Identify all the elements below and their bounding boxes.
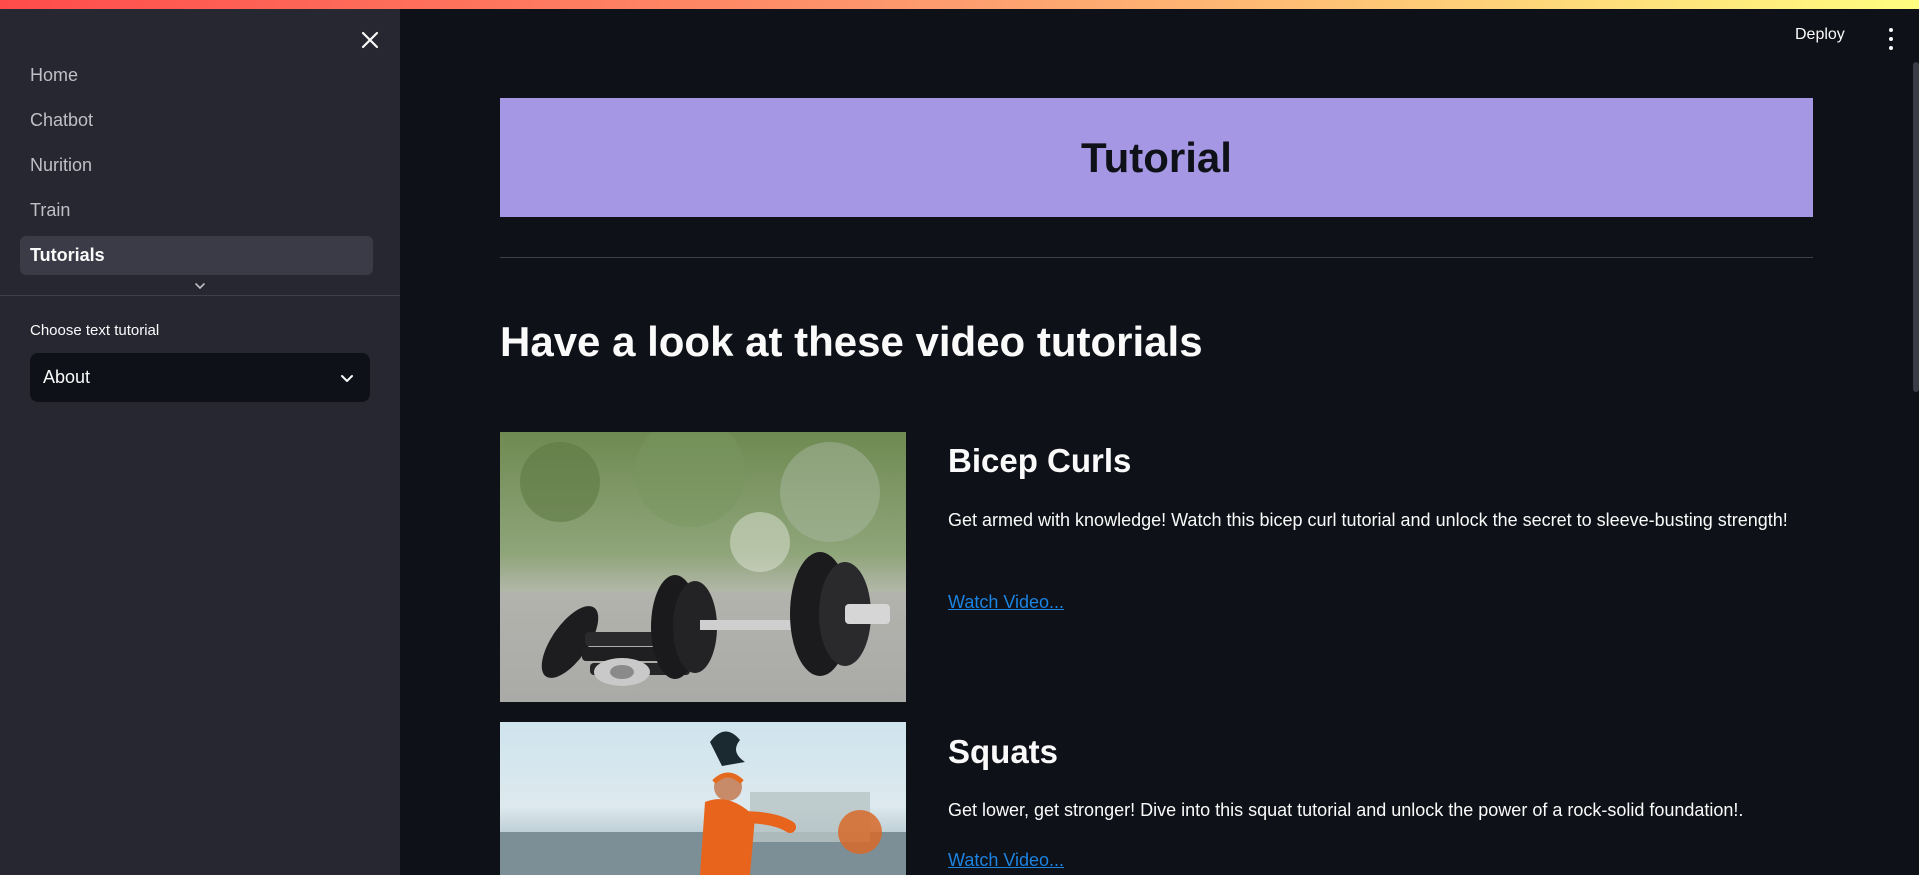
sidebar-item-tutorials[interactable]: Tutorials bbox=[20, 236, 373, 275]
sidebar-divider bbox=[0, 295, 400, 296]
kebab-menu-icon-dot bbox=[1889, 46, 1893, 50]
page-title: Tutorial bbox=[1081, 133, 1232, 181]
tutorial-title: Squats bbox=[948, 733, 1059, 770]
scrollbar[interactable] bbox=[1913, 62, 1919, 392]
tutorial-description: Get lower, get stronger! Dive into this … bbox=[948, 800, 1744, 820]
sidebar-item-train[interactable]: Train bbox=[20, 191, 373, 230]
content-divider bbox=[500, 257, 1813, 258]
select-value: About bbox=[43, 367, 91, 387]
expand-nav-button[interactable] bbox=[192, 279, 208, 293]
main-menu-button[interactable] bbox=[1886, 28, 1896, 50]
sidebar-item-chatbot[interactable]: Chatbot bbox=[20, 101, 373, 140]
chevron-down-icon bbox=[195, 283, 205, 290]
bicep-curls-thumbnail bbox=[500, 432, 906, 702]
page-banner: Tutorial bbox=[500, 98, 1813, 217]
select-label: Choose text tutorial bbox=[30, 322, 160, 339]
sidebar-item-label: Chatbot bbox=[30, 110, 94, 130]
sidebar-item-label: Train bbox=[30, 200, 71, 220]
sidebar: Home Chatbot Nurition Train Tutorials Ch… bbox=[0, 0, 400, 875]
sidebar-nav: Home Chatbot Nurition Train Tutorials bbox=[20, 56, 373, 281]
close-icon bbox=[361, 31, 379, 49]
watch-video-link[interactable]: Watch Video... bbox=[948, 850, 1064, 871]
close-sidebar-button[interactable] bbox=[358, 28, 382, 52]
section-title: Have a look at these video tutorials bbox=[500, 318, 1203, 365]
sidebar-item-home[interactable]: Home bbox=[20, 56, 373, 95]
tutorial-description: Get armed with knowledge! Watch this bic… bbox=[948, 510, 1788, 530]
deploy-button[interactable]: Deploy bbox=[1795, 26, 1845, 44]
sidebar-item-label: Home bbox=[30, 65, 79, 85]
chevron-down-icon bbox=[341, 374, 353, 382]
tutorial-select[interactable]: About bbox=[30, 353, 370, 402]
squats-thumbnail bbox=[500, 722, 906, 875]
sidebar-item-nutrition[interactable]: Nurition bbox=[20, 146, 373, 185]
sidebar-item-label: Tutorials bbox=[30, 245, 105, 265]
sidebar-item-label: Nurition bbox=[30, 155, 93, 175]
tutorial-title: Bicep Curls bbox=[948, 442, 1132, 479]
watch-video-link[interactable]: Watch Video... bbox=[948, 592, 1064, 613]
kebab-menu-icon-dot bbox=[1889, 37, 1893, 41]
top-decoration-bar bbox=[0, 0, 1919, 9]
kebab-menu-icon bbox=[1889, 28, 1893, 32]
